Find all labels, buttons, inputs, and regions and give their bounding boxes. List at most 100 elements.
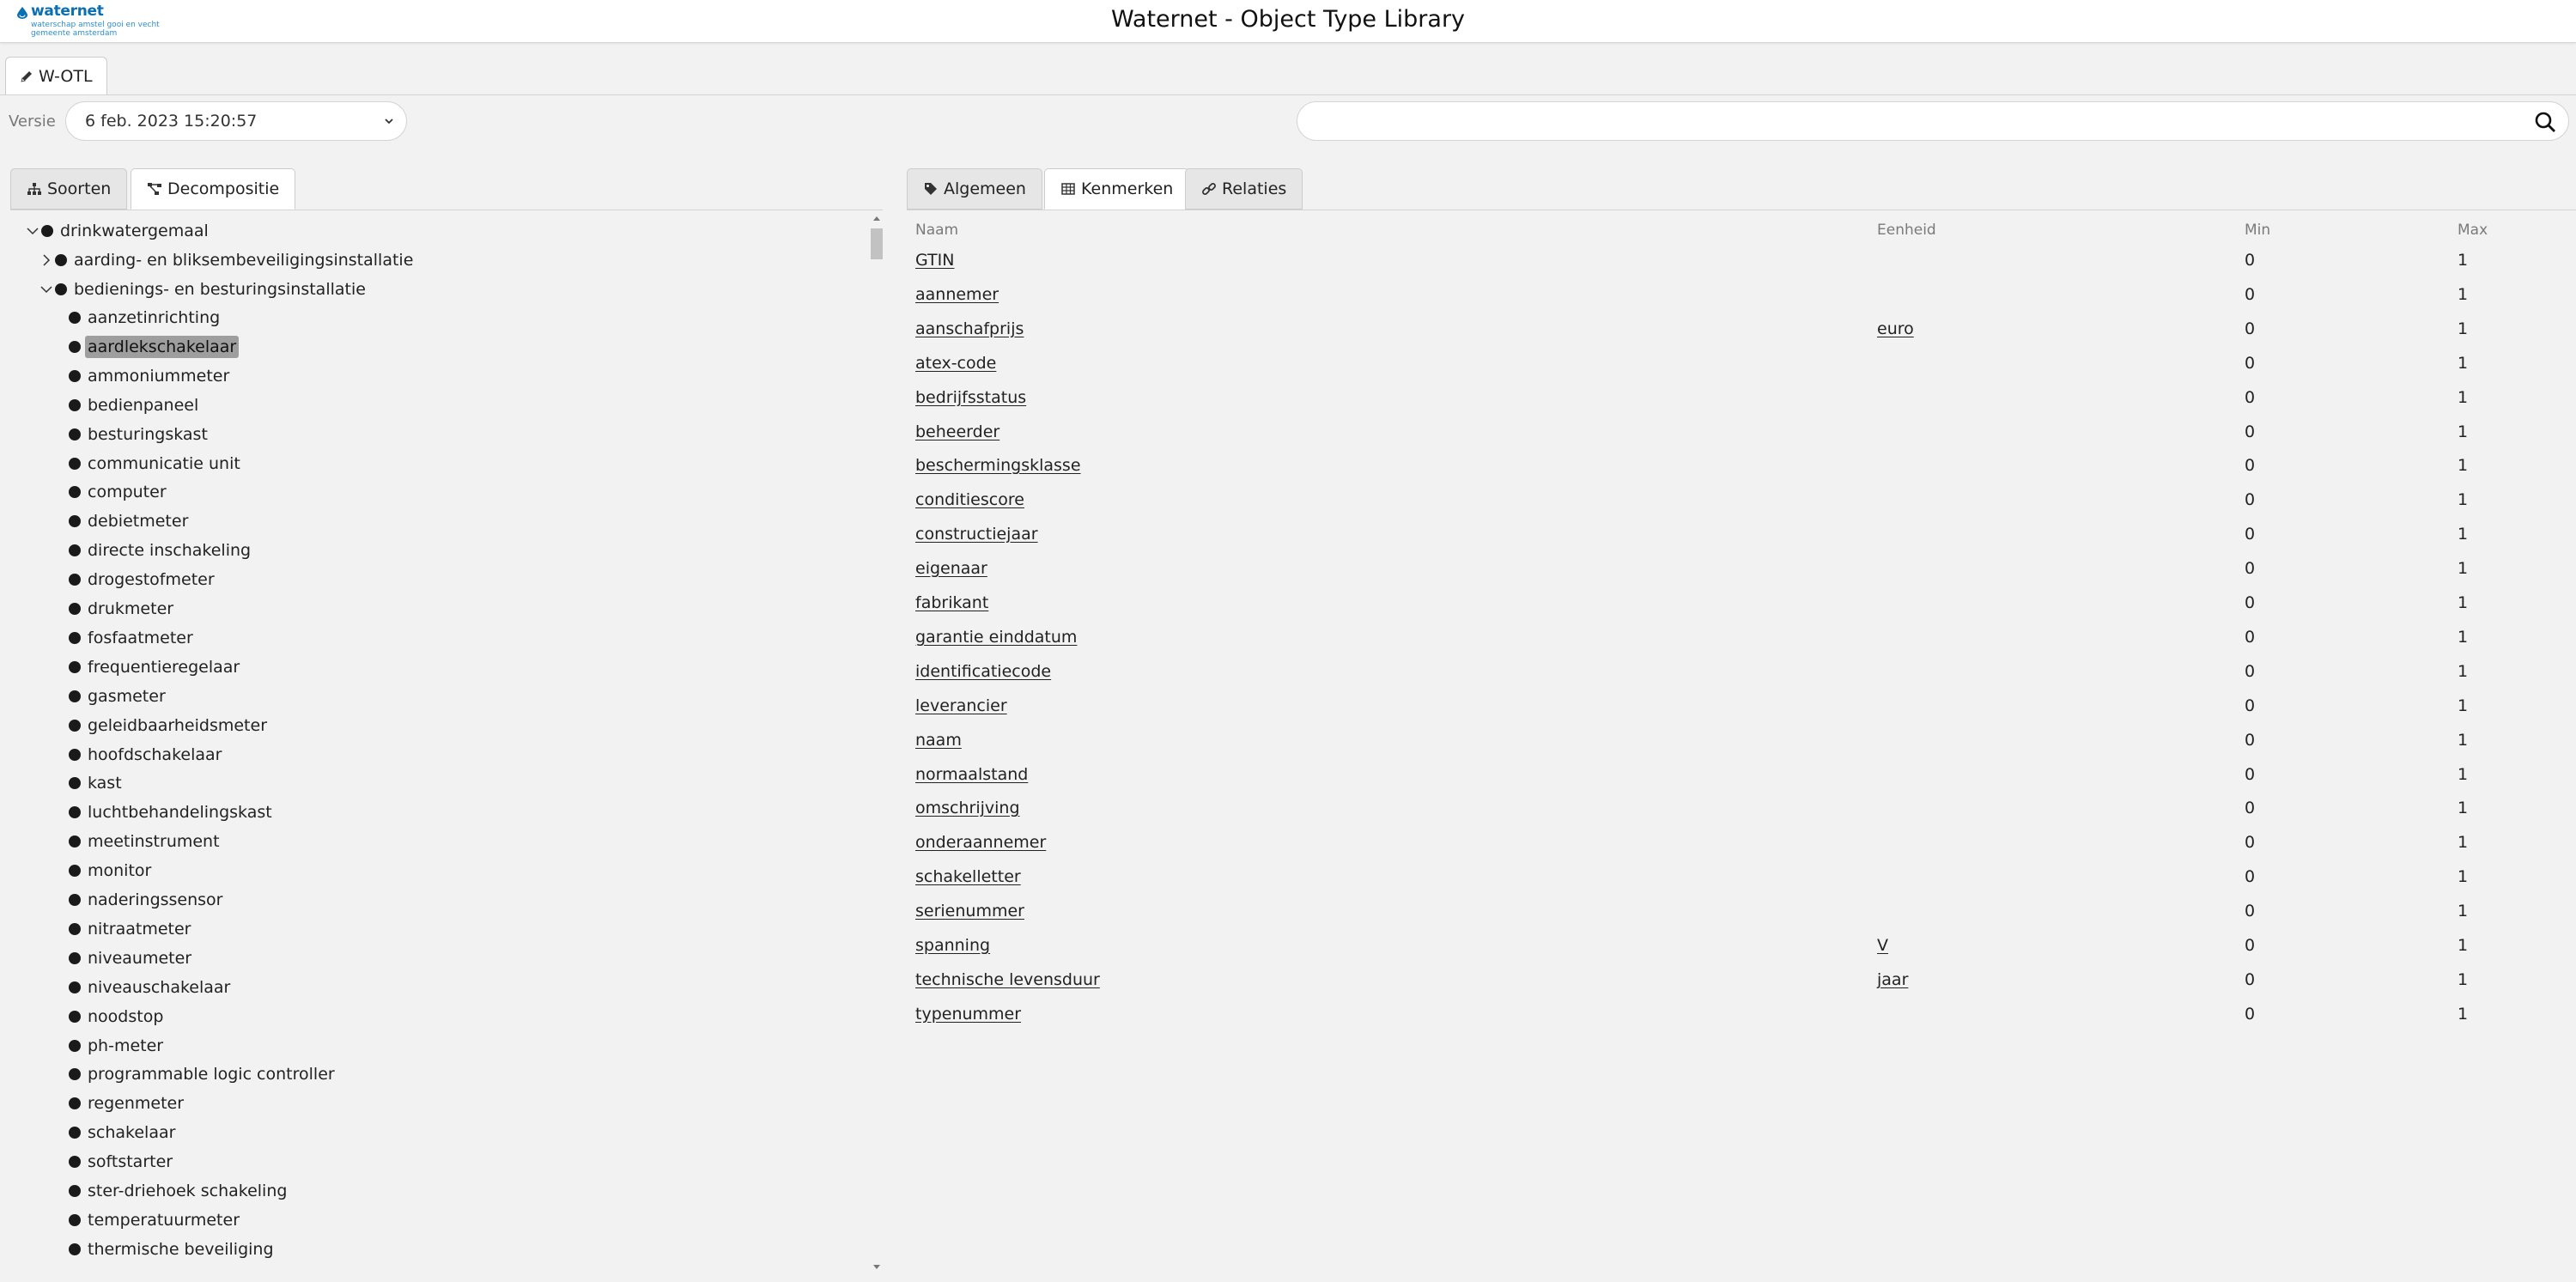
cell-naam-link[interactable]: atex-code: [915, 354, 996, 373]
tree-node-label: nitraatmeter: [88, 920, 191, 939]
cell-naam-link[interactable]: aannemer: [915, 285, 999, 304]
page-title: Waternet - Object Type Library: [1110, 6, 1466, 33]
cell-naam-link[interactable]: beheerder: [915, 422, 999, 441]
scroll-down-icon[interactable]: [872, 1262, 881, 1271]
node-dot-icon: [69, 981, 81, 993]
tab-decompositie[interactable]: Decompositie: [131, 168, 296, 210]
tree-node-label: thermische beveiliging: [88, 1240, 274, 1259]
tab-w-otl-label: W-OTL: [39, 66, 93, 86]
node-dot-icon: [69, 1214, 81, 1226]
cell-naam-link[interactable]: eigenaar: [915, 559, 987, 578]
tree-node-leaf[interactable]: besturingskast: [69, 422, 210, 447]
tree-node-leaf[interactable]: naderingssensor: [69, 887, 226, 913]
tree-node-leaf[interactable]: fosfaatmeter: [69, 625, 196, 651]
node-dot-icon: [69, 661, 81, 673]
table-row: bedrijfsstatus 0 1: [907, 388, 2576, 422]
cell-max: 1: [2458, 593, 2469, 612]
tree-node-label: noodstop: [88, 1007, 164, 1026]
tree-node-child[interactable]: aarding- en bliksembeveiligingsinstallat…: [39, 247, 416, 273]
scroll-up-icon[interactable]: [872, 215, 881, 223]
tree-node-leaf[interactable]: kast: [69, 770, 125, 796]
cell-max: 1: [2458, 559, 2469, 578]
tree-node-leaf[interactable]: regenmeter: [69, 1091, 186, 1116]
tree-node-leaf[interactable]: luchtbehandelingskast: [69, 799, 275, 825]
tree-node-leaf[interactable]: thermische beveiliging: [69, 1236, 276, 1262]
tree-node-leaf[interactable]: computer: [69, 479, 169, 505]
tree-node-leaf[interactable]: softstarter: [69, 1149, 175, 1175]
tree-node-leaf[interactable]: ster-driehoek schakeling: [69, 1178, 289, 1204]
tree-node-leaf[interactable]: frequentieregelaar: [69, 654, 242, 680]
tree-node-leaf[interactable]: communicatie unit: [69, 451, 243, 477]
scroll-thumb[interactable]: [871, 228, 883, 259]
tree-node-child[interactable]: bedienings- en besturingsinstallatie: [39, 276, 368, 302]
cell-naam-link[interactable]: technische levensduur: [915, 970, 1100, 989]
cell-naam-link[interactable]: naam: [915, 731, 962, 750]
tree-node-root[interactable]: drinkwatergemaal: [26, 218, 211, 244]
table-row: atex-code 0 1: [907, 354, 2576, 388]
chevron-down-icon[interactable]: [26, 224, 39, 238]
tree-node-leaf[interactable]: geleidbaarheidsmeter: [69, 713, 270, 738]
tree-node-leaf[interactable]: temperatuurmeter: [69, 1207, 242, 1233]
tree-node-leaf[interactable]: bedienpaneel: [69, 392, 201, 418]
tab-soorten[interactable]: Soorten: [10, 168, 128, 210]
cell-naam-link[interactable]: omschrijving: [915, 799, 1020, 817]
cell-naam-link[interactable]: serienummer: [915, 902, 1024, 920]
tree-node-leaf[interactable]: monitor: [69, 858, 154, 884]
cell-naam-link[interactable]: spanning: [915, 936, 990, 955]
tab-kenmerken[interactable]: Kenmerken: [1044, 168, 1190, 210]
cell-naam-link[interactable]: onderaannemer: [915, 833, 1046, 852]
tree-node-leaf[interactable]: programmable logic controller: [69, 1061, 337, 1087]
tree-node-leaf[interactable]: nitraatmeter: [69, 916, 193, 942]
tree-node-leaf[interactable]: noodstop: [69, 1004, 166, 1030]
tree-node-leaf[interactable]: niveauschakelaar: [69, 975, 233, 1000]
tree-node-leaf[interactable]: drogestofmeter: [69, 567, 217, 592]
tab-w-otl[interactable]: W-OTL: [5, 57, 107, 94]
cell-naam-link[interactable]: identificatiecode: [915, 662, 1051, 681]
column-header-max: Max: [2458, 222, 2488, 239]
tree-node-leaf[interactable]: aanzetinrichting: [69, 305, 222, 331]
tree-node-leaf[interactable]: debietmeter: [69, 508, 191, 534]
cell-max: 1: [2458, 1005, 2469, 1024]
tree-node-leaf[interactable]: meetinstrument: [69, 829, 222, 854]
tree-node-leaf[interactable]: aardlekschakelaar: [69, 334, 240, 360]
cell-naam-link[interactable]: leverancier: [915, 696, 1007, 715]
tree-node-leaf[interactable]: niveaumeter: [69, 945, 194, 971]
cell-eenheid-link[interactable]: euro: [1877, 319, 1914, 338]
tree-node-leaf[interactable]: hoofdschakelaar: [69, 742, 224, 768]
tree-node-leaf[interactable]: directe inschakeling: [69, 538, 253, 563]
node-dot-icon: [69, 603, 81, 615]
table-row: identificatiecode 0 1: [907, 662, 2576, 696]
cell-naam-link[interactable]: garantie einddatum: [915, 628, 1077, 647]
tree-scrollbar[interactable]: [869, 215, 884, 1271]
node-dot-icon: [69, 923, 81, 935]
tab-relaties-label: Relaties: [1222, 179, 1287, 198]
cell-naam-link[interactable]: bedrijfsstatus: [915, 388, 1026, 407]
tab-relaties[interactable]: Relaties: [1185, 168, 1303, 210]
cell-naam-link[interactable]: aanschafprijs: [915, 319, 1024, 338]
cell-naam-link[interactable]: normaalstand: [915, 765, 1028, 784]
chevron-right-icon[interactable]: [39, 253, 53, 267]
tree-node-leaf[interactable]: ammoniummeter: [69, 363, 232, 389]
cell-naam-link[interactable]: constructiejaar: [915, 525, 1038, 544]
cell-naam-link[interactable]: fabrikant: [915, 593, 988, 612]
cell-naam-link[interactable]: typenummer: [915, 1005, 1021, 1024]
chevron-down-icon[interactable]: [39, 283, 53, 296]
cell-eenheid-link[interactable]: jaar: [1877, 970, 1908, 989]
cell-naam-link[interactable]: conditiescore: [915, 490, 1024, 509]
tree-node-leaf[interactable]: drukmeter: [69, 596, 176, 622]
tree-node-label: geleidbaarheidsmeter: [88, 716, 267, 735]
node-dot-icon: [69, 341, 81, 353]
cell-max: 1: [2458, 422, 2469, 441]
cell-eenheid-link[interactable]: V: [1877, 936, 1888, 955]
search-input[interactable]: [1315, 109, 2517, 133]
cell-naam-link[interactable]: schakelletter: [915, 867, 1021, 886]
table-row: onderaannemer 0 1: [907, 833, 2576, 867]
tab-algemeen[interactable]: Algemeen: [907, 168, 1042, 210]
cell-naam-link[interactable]: GTIN: [915, 251, 954, 270]
versie-select[interactable]: 6 feb. 2023 15:20:57: [65, 101, 407, 141]
search-icon[interactable]: [2534, 111, 2556, 133]
cell-naam-link[interactable]: beschermingsklasse: [915, 456, 1081, 475]
tree-node-leaf[interactable]: ph-meter: [69, 1033, 166, 1059]
tree-node-leaf[interactable]: gasmeter: [69, 684, 168, 709]
tree-node-leaf[interactable]: schakelaar: [69, 1120, 178, 1145]
